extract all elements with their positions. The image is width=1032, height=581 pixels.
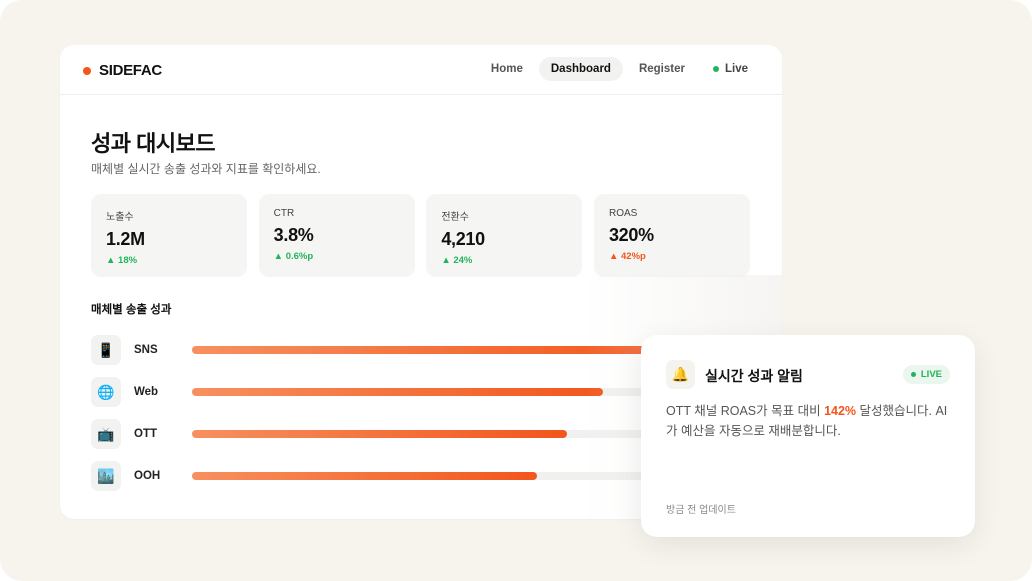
stat-delta: ▲ 42%p [608, 251, 646, 262]
stat-value: 3.8% [273, 225, 314, 245]
page-title: 성과 대시보드 [91, 131, 216, 156]
page-background: SIDEFAC Home Dashboard Register Live 성과 … [0, 0, 1032, 581]
stat-label: CTR [273, 208, 295, 219]
nav-item-dashboard[interactable]: Dashboard [538, 57, 623, 81]
channel-progress-fill [192, 430, 567, 438]
brand-name: SIDEFAC [99, 62, 162, 79]
stat-label: ROAS [608, 208, 638, 219]
page-subtitle: 매체별 실시간 송출 성과와 지표를 확인하세요. [91, 162, 321, 176]
stat-card-roas: ROAS 320% ▲ 42%p [593, 194, 750, 277]
tv-icon: 📺 [91, 419, 121, 449]
stats-row: 노출수 1.2M ▲ 18% CTR 3.8% ▲ 0.6%p 전환수 4,21… [91, 194, 750, 277]
stat-card-impressions: 노출수 1.2M ▲ 18% [91, 194, 247, 277]
nav-item-live[interactable]: Live [701, 57, 760, 81]
brand-logo[interactable]: SIDEFAC [83, 62, 162, 79]
stat-value: 320% [608, 225, 654, 245]
city-icon: 🏙️ [91, 461, 121, 491]
channel-progress-fill [192, 388, 603, 396]
notification-timestamp: 방금 전 업데이트 [666, 505, 736, 516]
nav-menu: Home Dashboard Register Live [475, 57, 760, 81]
channel-label: OOH [134, 470, 161, 482]
top-nav: SIDEFAC Home Dashboard Register Live [60, 45, 782, 95]
nav-item-register[interactable]: Register [627, 57, 697, 81]
realtime-notification-card[interactable]: 🔔 실시간 성과 알림 LIVE OTT 채널 ROAS가 목표 대비 142%… [641, 335, 975, 537]
notification-highlight: 142% [824, 404, 857, 418]
stat-label: 노출수 [106, 212, 134, 223]
channels-section-title: 매체별 송출 성과 [91, 304, 172, 316]
live-dot-icon [712, 66, 719, 72]
stat-value: 4,210 [441, 229, 485, 249]
brand-dot-icon [83, 66, 91, 75]
live-dot-icon [910, 372, 916, 377]
channel-label: Web [134, 386, 159, 398]
live-badge-label: LIVE [920, 369, 942, 380]
mobile-phone-icon: 📱 [91, 335, 121, 365]
globe-icon: 🌐 [91, 377, 121, 407]
channel-label: OTT [134, 428, 157, 440]
bell-icon: 🔔 [666, 360, 695, 389]
channel-progress-fill [192, 472, 537, 480]
stat-delta: ▲ 0.6%p [273, 251, 314, 262]
notification-body-prefix: OTT 채널 ROAS가 목표 대비 [666, 404, 825, 418]
channel-progress-fill [192, 346, 668, 354]
nav-live-label: Live [724, 63, 748, 75]
nav-item-home[interactable]: Home [479, 57, 535, 81]
stat-delta: ▲ 24% [441, 255, 473, 266]
stat-delta: ▲ 18% [106, 255, 138, 266]
stat-label: 전환수 [441, 212, 469, 223]
notification-title: 실시간 성과 알림 [705, 368, 803, 384]
notification-body: OTT 채널 ROAS가 목표 대비 142% 달성했습니다. AI가 예산을 … [666, 401, 958, 441]
channel-label: SNS [134, 344, 158, 356]
stat-card-conversions: 전환수 4,210 ▲ 24% [426, 194, 583, 277]
stat-card-ctr: CTR 3.8% ▲ 0.6%p [258, 194, 415, 277]
stat-value: 1.2M [106, 229, 145, 249]
live-badge: LIVE [902, 365, 950, 384]
